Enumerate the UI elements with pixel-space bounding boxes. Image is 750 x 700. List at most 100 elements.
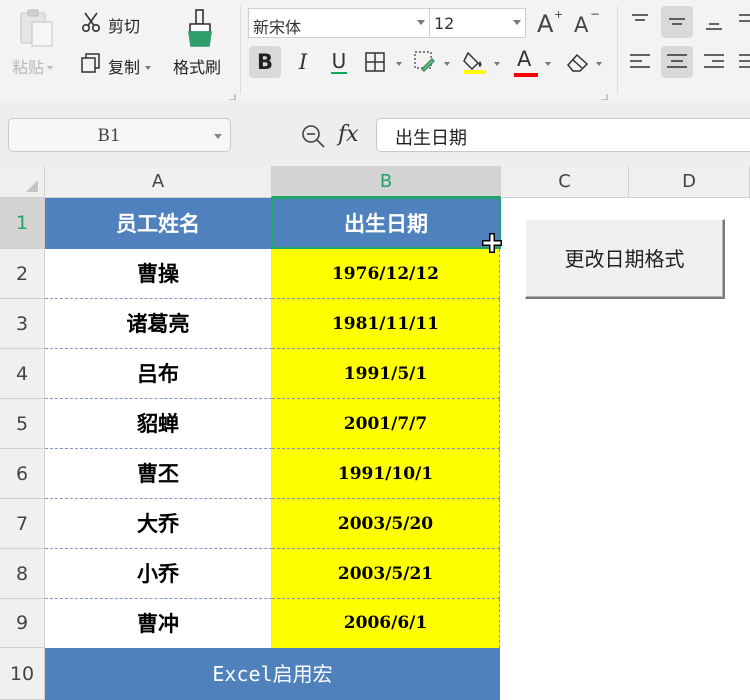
cut-button[interactable]: 剪切 [108, 13, 140, 37]
row-header-7[interactable]: 7 [0, 499, 45, 549]
chevron-down-icon [417, 20, 425, 25]
scissors-icon[interactable] [80, 11, 102, 37]
increase-font-icon[interactable]: A + [536, 8, 564, 40]
align-bottom-button[interactable] [698, 6, 730, 38]
change-date-format-button[interactable]: 更改日期格式 [525, 219, 725, 299]
align-right-button[interactable] [698, 46, 730, 78]
underline-button[interactable]: U [323, 46, 355, 78]
format-painter-button[interactable]: 格式刷 [173, 54, 221, 78]
select-all-corner[interactable] [0, 166, 45, 198]
name-box[interactable]: B1 [8, 118, 231, 152]
copy-button[interactable]: 复制 [108, 54, 152, 78]
underline-bar [331, 72, 347, 74]
svg-text:A: A [574, 13, 589, 36]
copy-label: 复制 [108, 58, 141, 77]
column-header-c[interactable]: C [501, 166, 629, 198]
font-name-value: 新宋体 [253, 18, 302, 37]
chevron-down-icon [214, 134, 222, 139]
chevron-down-icon[interactable] [545, 62, 551, 66]
ribbon-separator [617, 6, 618, 94]
underline-glyph: U [331, 49, 347, 73]
merged-footer-cell[interactable]: Excel启用宏 [45, 648, 500, 700]
cell-a7[interactable]: 大乔 [45, 499, 272, 549]
column-header-b[interactable]: B [272, 166, 501, 198]
zoom-search-icon[interactable] [300, 123, 326, 153]
cell-a2[interactable]: 曹操 [45, 249, 272, 299]
row-header-9[interactable]: 9 [0, 599, 45, 648]
cell-b3[interactable]: 1981/11/11 [272, 299, 500, 349]
font-color-glyph: A [517, 47, 532, 71]
active-cell-border [271, 197, 501, 249]
row-header-2[interactable]: 2 [0, 249, 45, 299]
italic-glyph: I [298, 50, 308, 74]
fill-color-icon[interactable] [462, 49, 488, 79]
column-header-a[interactable]: A [45, 166, 272, 198]
conditional-format-icon[interactable] [412, 49, 436, 77]
decrease-font-icon[interactable]: A − [573, 7, 601, 40]
cell-a3[interactable]: 诸葛亮 [45, 299, 272, 349]
chevron-down-icon[interactable] [396, 62, 402, 66]
cell-a1[interactable]: 员工姓名 [45, 198, 272, 249]
font-size-value: 12 [434, 14, 455, 33]
bold-glyph: B [256, 50, 273, 74]
border-icon[interactable] [364, 51, 386, 77]
justify-button[interactable] [735, 46, 750, 78]
align-center-icon [667, 54, 687, 68]
cell-a4[interactable]: 吕布 [45, 349, 272, 399]
formula-input[interactable]: 出生日期 [376, 118, 750, 152]
row-header-8[interactable]: 8 [0, 549, 45, 599]
align-center-button[interactable] [661, 46, 693, 78]
cell-a6[interactable]: 曹丕 [45, 449, 272, 499]
align-left-button[interactable] [624, 46, 656, 78]
align-top-button[interactable] [624, 6, 656, 38]
row-header-6[interactable]: 6 [0, 449, 45, 499]
cell-b8[interactable]: 2003/5/21 [272, 549, 500, 599]
row-header-10[interactable]: 10 [0, 648, 45, 700]
copy-icon[interactable] [80, 52, 102, 78]
row-header-1[interactable]: 1 [0, 198, 45, 249]
cell-b7[interactable]: 2003/5/20 [272, 499, 500, 549]
svg-text:−: − [590, 8, 600, 21]
chevron-down-icon[interactable] [596, 62, 602, 66]
top-extra-icon [739, 14, 750, 22]
chevron-down-icon[interactable] [494, 62, 500, 66]
column-header-d[interactable]: D [629, 166, 750, 198]
font-name-select[interactable]: 新宋体 [248, 8, 430, 38]
cell-a5[interactable]: 貂蝉 [45, 399, 272, 449]
ribbon: 粘贴 剪切 复制 格式刷 新宋体 12 A + A − B I U A [0, 0, 750, 101]
align-left-icon [630, 54, 650, 68]
font-color-bar [514, 73, 538, 77]
eraser-icon[interactable] [565, 51, 591, 77]
italic-button[interactable]: I [287, 46, 319, 78]
cell-a9[interactable]: 曹冲 [45, 599, 272, 648]
cell-b2[interactable]: 1976/12/12 [272, 249, 500, 299]
formula-value: 出生日期 [395, 128, 467, 149]
cell-cursor-icon [481, 232, 503, 258]
ribbon-separator [240, 6, 241, 94]
row-header-3[interactable]: 3 [0, 299, 45, 349]
paste-button[interactable]: 粘贴 [12, 54, 54, 78]
paste-label: 粘贴 [12, 58, 45, 77]
name-box-value: B1 [97, 126, 121, 146]
top-extra-button[interactable] [735, 6, 750, 38]
svg-text:A: A [537, 10, 554, 36]
format-painter-icon[interactable] [183, 8, 217, 52]
cell-b6[interactable]: 1991/10/1 [272, 449, 500, 499]
cell-b9[interactable]: 2006/6/1 [272, 599, 500, 648]
cell-a8[interactable]: 小乔 [45, 549, 272, 599]
row-header-5[interactable]: 5 [0, 399, 45, 449]
row-header-4[interactable]: 4 [0, 349, 45, 399]
cell-b5[interactable]: 2001/7/7 [272, 399, 500, 449]
bold-button[interactable]: B [249, 46, 281, 78]
fx-button[interactable]: fx [338, 122, 359, 147]
align-middle-button[interactable] [661, 6, 693, 38]
cell-b4[interactable]: 1991/5/1 [272, 349, 500, 399]
paste-icon[interactable] [18, 8, 56, 52]
align-middle-icon [669, 18, 685, 25]
font-size-select[interactable]: 12 [429, 8, 526, 38]
justify-icon [739, 54, 750, 68]
chevron-down-icon[interactable] [444, 62, 450, 66]
align-right-icon [704, 54, 724, 68]
chevron-down-icon [513, 20, 521, 25]
svg-text:+: + [554, 8, 563, 21]
